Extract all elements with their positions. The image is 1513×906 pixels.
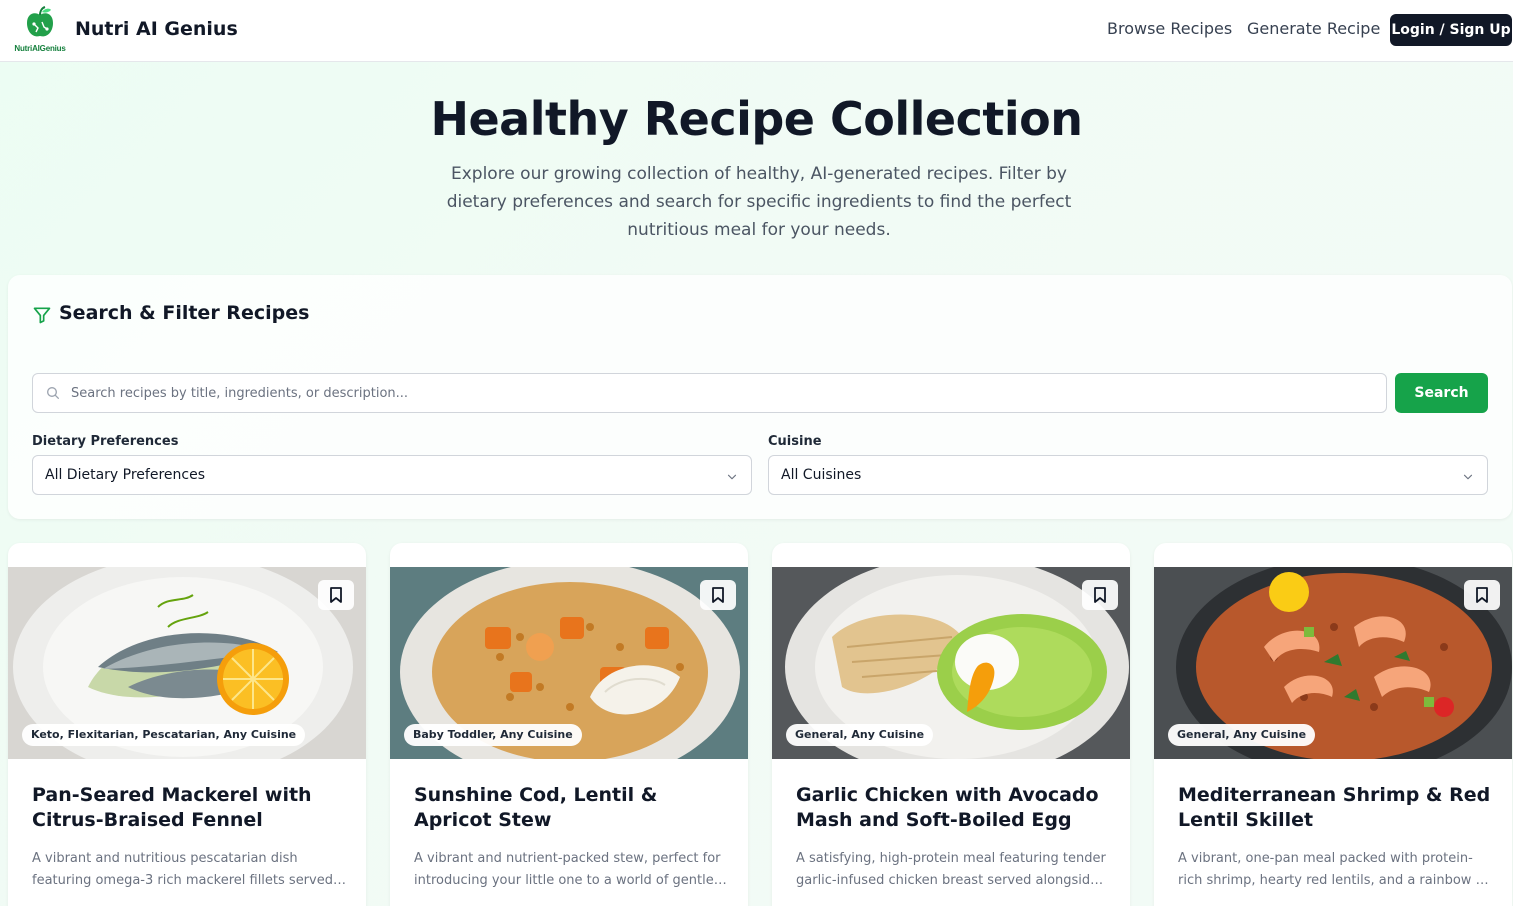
recipe-tags-badge: Baby Toddler, Any Cuisine — [404, 724, 582, 746]
recipe-card[interactable]: Baby Toddler, Any Cuisine Sunshine Cod, … — [390, 543, 748, 906]
logo-wordmark: NutriAIGenius — [14, 44, 66, 53]
recipe-title[interactable]: Sunshine Cod, Lentil & Apricot Stew — [414, 783, 734, 833]
recipe-card[interactable]: General, Any Cuisine Garlic Chicken with… — [772, 543, 1130, 906]
recipe-card[interactable]: General, Any Cuisine Mediterranean Shrim… — [1154, 543, 1512, 906]
nav-browse-recipes[interactable]: Browse Recipes — [1107, 19, 1232, 38]
recipe-tags-badge: General, Any Cuisine — [786, 724, 934, 746]
bookmark-button[interactable] — [1464, 580, 1500, 610]
chevron-down-icon — [725, 469, 739, 488]
recipe-description: A vibrant, one-pan meal packed with prot… — [1178, 851, 1489, 888]
recipe-title[interactable]: Garlic Chicken with Avocado Mash and Sof… — [796, 783, 1116, 833]
recipe-title[interactable]: Pan-Seared Mackerel with Citrus-Braised … — [32, 783, 352, 833]
bookmark-icon — [712, 587, 724, 603]
cuisine-label: Cuisine — [768, 434, 822, 449]
recipe-title[interactable]: Mediterranean Shrimp & Red Lentil Skille… — [1178, 783, 1498, 833]
search-input[interactable] — [71, 374, 1371, 412]
recipe-tags-badge: Keto, Flexitarian, Pescatarian, Any Cuis… — [22, 724, 306, 746]
search-icon — [45, 385, 61, 405]
nav-generate-recipe[interactable]: Generate Recipe — [1247, 19, 1380, 38]
cuisine-select[interactable]: All Cuisines — [768, 455, 1488, 495]
top-navbar: NutriAIGenius Nutri AI Genius Browse Rec… — [0, 0, 1513, 62]
recipe-tags-badge: General, Any Cuisine — [1168, 724, 1316, 746]
filter-funnel-icon — [32, 305, 52, 329]
bookmark-icon — [330, 587, 342, 603]
apple-leaf-icon — [27, 6, 53, 37]
page-subtitle: Explore our growing collection of health… — [446, 164, 1072, 240]
login-signup-button[interactable]: Login / Sign Up — [1390, 14, 1512, 46]
dietary-select-value: All Dietary Preferences — [45, 467, 205, 483]
recipe-description: A vibrant and nutrient-packed stew, perf… — [414, 851, 727, 888]
recipe-description: A satisfying, high-protein meal featurin… — [796, 851, 1106, 888]
brand-home-link[interactable]: NutriAIGenius Nutri AI Genius — [8, 6, 248, 56]
search-filter-panel: Search & Filter Recipes Search Dietary P… — [8, 275, 1512, 519]
brand-name: Nutri AI Genius — [75, 18, 238, 40]
dietary-preferences-label: Dietary Preferences — [32, 434, 179, 449]
brand-logo: NutriAIGenius — [8, 6, 72, 54]
search-field[interactable] — [32, 373, 1387, 413]
cuisine-select-value: All Cuisines — [781, 467, 862, 483]
filter-panel-title: Search & Filter Recipes — [59, 302, 310, 324]
bookmark-button[interactable] — [318, 580, 354, 610]
chevron-down-icon — [1461, 469, 1475, 488]
bookmark-button[interactable] — [1082, 580, 1118, 610]
recipe-description: A vibrant and nutritious pescatarian dis… — [32, 851, 346, 888]
dietary-preferences-select[interactable]: All Dietary Preferences — [32, 455, 752, 495]
recipe-card[interactable]: Keto, Flexitarian, Pescatarian, Any Cuis… — [8, 543, 366, 906]
bookmark-button[interactable] — [700, 580, 736, 610]
bookmark-icon — [1094, 587, 1106, 603]
page-title: Healthy Recipe Collection — [430, 92, 1083, 146]
search-button[interactable]: Search — [1395, 373, 1488, 413]
bookmark-icon — [1476, 587, 1488, 603]
